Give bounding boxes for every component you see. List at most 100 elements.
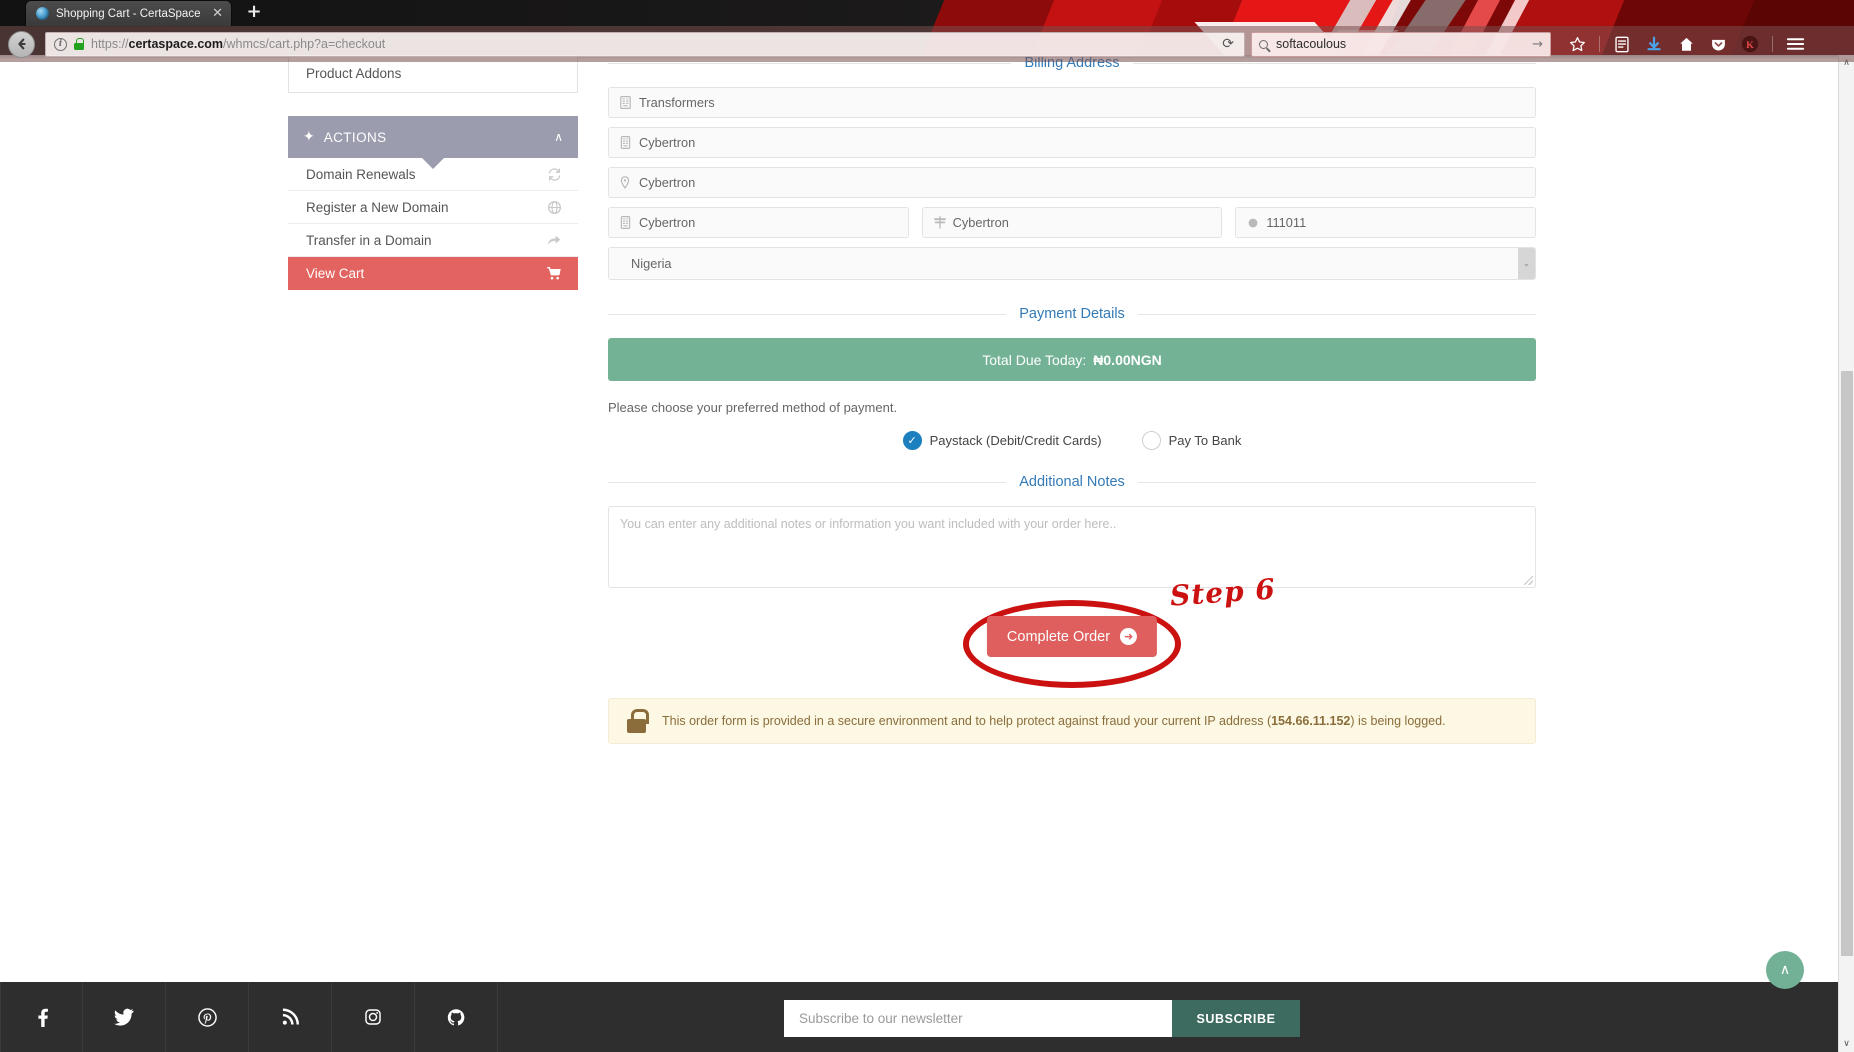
address-line-2-input[interactable]: Cybertron <box>608 167 1536 198</box>
additional-notes-legend: Additional Notes <box>608 474 1536 490</box>
reload-icon[interactable]: ⟳ <box>1222 36 1236 52</box>
sidebar: Product Addons ✦ ACTIONS ∧ Domain Renewa… <box>288 55 578 290</box>
state-field-group: Cybertron <box>921 207 1223 238</box>
toolbar-separator <box>1772 36 1773 52</box>
country-select[interactable]: Nigeria ⌄ <box>608 247 1536 280</box>
scrollbar-thumb[interactable] <box>1841 371 1853 956</box>
legend-rule-right <box>1137 481 1536 483</box>
sidebar-item-label: View Cart <box>306 266 365 281</box>
additional-notes-textarea[interactable]: You can enter any additional notes or in… <box>608 506 1536 588</box>
rss-icon[interactable] <box>249 982 332 1052</box>
newsletter-form: Subscribe to our newsletter SUBSCRIBE <box>784 1000 1300 1037</box>
globe-icon <box>545 200 563 215</box>
city-field-group: Cybertron <box>608 207 909 238</box>
chevron-up-icon[interactable]: ∧ <box>554 130 563 144</box>
url-text: https://certaspace.com/whmcs/cart.php?a=… <box>91 37 385 51</box>
share-arrow-icon <box>545 233 563 248</box>
browser-window: Shopping Cart - CertaSpace ✕ + i https:/… <box>0 0 1854 1052</box>
search-input[interactable]: softacoulous <box>1276 37 1524 51</box>
postcode-field-group: 111011 <box>1235 207 1537 238</box>
building-icon <box>620 136 636 149</box>
github-icon[interactable] <box>415 982 498 1052</box>
building-icon <box>620 216 636 229</box>
vertical-scrollbar[interactable]: ∧ ∨ <box>1838 55 1854 1052</box>
page-info-icon[interactable]: i <box>54 37 67 51</box>
instagram-icon[interactable] <box>332 982 415 1052</box>
tab-title: Shopping Cart - CertaSpace <box>56 7 201 20</box>
city-input[interactable]: Cybertron <box>608 207 909 238</box>
complete-order-area: Step 6 Complete Order ➜ <box>608 572 1536 690</box>
back-button[interactable] <box>8 30 35 58</box>
address-bar[interactable]: i https://certaspace.com/whmcs/cart.php?… <box>45 31 1245 57</box>
country-value: Nigeria <box>631 256 672 271</box>
complete-order-label: Complete Order <box>1006 628 1111 645</box>
search-go-icon[interactable]: → <box>1532 37 1543 52</box>
chevron-down-icon[interactable]: ⌄ <box>1518 248 1535 279</box>
page-viewport: Product Addons ✦ ACTIONS ∧ Domain Renewa… <box>0 55 1854 1052</box>
legend-text: Additional Notes <box>1019 474 1125 490</box>
facebook-icon[interactable] <box>0 982 83 1052</box>
payment-details-legend: Payment Details <box>608 306 1537 322</box>
resize-handle-icon[interactable] <box>1524 576 1533 585</box>
payment-method-label: Paystack (Debit/Credit Cards) <box>929 433 1102 448</box>
sidebar-item-view-cart[interactable]: View Cart <box>288 257 578 290</box>
secure-text-before: This order form is provided in a secure … <box>662 714 1272 728</box>
state-input[interactable]: Cybertron <box>921 207 1223 238</box>
address-line-1-input[interactable]: Cybertron <box>608 127 1536 158</box>
lock-icon <box>74 38 84 50</box>
actions-panel-header[interactable]: ✦ ACTIONS ∧ <box>288 116 578 169</box>
close-icon[interactable]: ✕ <box>212 7 223 20</box>
search-icon <box>1259 39 1268 49</box>
secure-text-after: ) is being logged. <box>1350 714 1446 728</box>
url-prefix: https:// <box>91 37 129 51</box>
postcode-input[interactable]: 111011 <box>1235 207 1537 238</box>
signpost-icon <box>933 216 950 229</box>
favicon-icon <box>36 7 49 20</box>
postcode-value: 111011 <box>1266 215 1307 230</box>
total-due-banner: Total Due Today: ₦0.00NGN <box>608 338 1536 381</box>
complete-order-button[interactable]: Complete Order ➜ <box>986 616 1158 657</box>
downloads-icon[interactable] <box>1644 34 1664 54</box>
user-avatar-icon[interactable]: K <box>1740 34 1760 54</box>
hamburger-menu-icon[interactable] <box>1785 34 1805 54</box>
subscribe-button[interactable]: SUBSCRIBE <box>1172 1000 1300 1037</box>
radio-unselected-icon[interactable] <box>1141 431 1161 450</box>
total-due-amount: ₦0.00NGN <box>1093 351 1162 368</box>
sidebar-item-label: Transfer in a Domain <box>306 232 432 248</box>
sidebar-item-transfer-in-domain[interactable]: Transfer in a Domain <box>288 224 578 257</box>
sidebar-item-register-new-domain[interactable]: Register a New Domain <box>288 191 578 224</box>
legend-rule-left <box>608 481 1007 483</box>
scroll-down-arrow[interactable]: ∨ <box>1839 1036 1854 1052</box>
city-state-zip-row: Cybertron Cybertron 111011 <box>608 207 1537 238</box>
browser-tab[interactable]: Shopping Cart - CertaSpace ✕ <box>26 1 231 26</box>
company-name-value: Transformers <box>639 95 715 110</box>
company-name-input[interactable]: Transformers <box>608 87 1536 118</box>
secure-environment-notice: This order form is provided in a secure … <box>608 698 1536 744</box>
pinterest-icon[interactable] <box>166 982 249 1052</box>
new-tab-button[interactable]: + <box>243 3 265 23</box>
legend-rule-left <box>608 62 1012 64</box>
payment-method-pay-to-bank[interactable]: Pay To Bank <box>1141 431 1242 450</box>
library-icon[interactable] <box>1612 34 1632 54</box>
newsletter-input[interactable]: Subscribe to our newsletter <box>784 1000 1172 1037</box>
payment-method-paystack[interactable]: ✓ Paystack (Debit/Credit Cards) <box>902 431 1102 450</box>
actions-panel-title: ACTIONS <box>323 129 387 145</box>
url-host: certaspace.com <box>128 37 224 51</box>
shopping-cart-icon <box>545 266 563 281</box>
back-to-top-button[interactable]: ∧ <box>1766 951 1804 989</box>
search-bar[interactable]: softacoulous → <box>1251 31 1551 57</box>
radio-selected-icon[interactable]: ✓ <box>902 431 922 450</box>
address1-field-group: Cybertron <box>608 127 1536 158</box>
city-value: Cybertron <box>639 215 696 230</box>
pocket-icon[interactable] <box>1708 34 1728 54</box>
panel-caret <box>422 158 444 169</box>
social-links <box>0 982 498 1052</box>
navigation-toolbar: i https://certaspace.com/whmcs/cart.php?… <box>0 26 1854 62</box>
payment-method-label: Pay To Bank <box>1168 433 1242 448</box>
bookmark-star-icon[interactable] <box>1567 34 1587 54</box>
twitter-icon[interactable] <box>83 982 166 1052</box>
map-pin-icon <box>620 176 636 189</box>
checkout-form: Billing Address Transformers Cybertron C… <box>608 55 1537 744</box>
legend-rule-right <box>1137 313 1537 315</box>
home-icon[interactable] <box>1676 34 1696 54</box>
